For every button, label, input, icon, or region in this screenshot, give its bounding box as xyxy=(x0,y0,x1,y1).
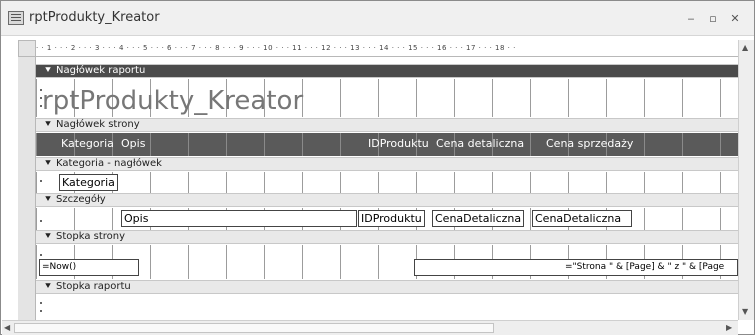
detail-area[interactable]: Opis IDProduktu CenaDetaliczna CenaDetal… xyxy=(36,208,738,230)
section-label: Szczegóły xyxy=(56,194,106,205)
section-label: Stopka strony xyxy=(56,231,126,242)
group-header-area[interactable]: Kategoria xyxy=(36,172,738,193)
label-cena-sprzedazy[interactable]: Cena sprzedaży xyxy=(546,137,633,150)
section-page-footer[interactable]: ⯆ Stopka strony xyxy=(36,230,738,244)
report-icon xyxy=(8,11,24,25)
label-opis[interactable]: Opis xyxy=(121,137,145,150)
field-cena-sprzedazy[interactable]: CenaDetaliczna xyxy=(532,210,632,227)
report-footer-area[interactable] xyxy=(36,295,738,320)
field-page-number[interactable]: ="Strona " & [Page] & " z " & [Page xyxy=(414,259,738,276)
section-label: Nagłówek raportu xyxy=(56,65,146,76)
section-label: Nagłówek strony xyxy=(56,119,140,130)
section-report-header[interactable]: ⯆ Nagłówek raportu xyxy=(36,64,738,78)
scroll-down-icon[interactable]: ▼ xyxy=(742,307,748,316)
label-cena-detaliczna[interactable]: Cena detaliczna xyxy=(436,137,524,150)
horizontal-scrollbar[interactable]: ◀ ▶ xyxy=(2,320,738,335)
section-group-header[interactable]: ⯆ Kategoria - nagłówek xyxy=(36,157,738,171)
scroll-left-icon[interactable]: ◀ xyxy=(4,323,10,332)
scroll-right-icon[interactable]: ▶ xyxy=(726,323,732,332)
field-kategoria[interactable]: Kategoria xyxy=(59,174,118,191)
section-label: Kategoria - nagłówek xyxy=(56,158,162,169)
collapse-arrow-icon: ⯆ xyxy=(44,194,52,205)
section-label: Stopka raportu xyxy=(56,281,131,292)
vertical-ruler[interactable] xyxy=(18,57,42,320)
label-kategoria[interactable]: Kategoria xyxy=(61,137,114,150)
collapse-arrow-icon: ⯆ xyxy=(44,65,52,76)
section-detail[interactable]: ⯆ Szczegóły xyxy=(36,193,738,207)
restore-button[interactable]: ▫ xyxy=(706,12,720,26)
collapse-arrow-icon: ⯆ xyxy=(44,281,52,292)
collapse-arrow-icon: ⯆ xyxy=(44,231,52,242)
minimize-button[interactable]: ‒ xyxy=(684,12,698,26)
scroll-thumb[interactable] xyxy=(14,323,494,333)
window-title: rptProdukty_Kreator xyxy=(29,10,160,25)
report-selector[interactable] xyxy=(18,40,36,57)
scroll-up-icon[interactable]: ▲ xyxy=(742,43,748,52)
field-cena-detaliczna[interactable]: CenaDetaliczna xyxy=(432,210,525,227)
ruler-ticks: · · 1 · · · 2 · · · 3 · · · 4 · · · 5 · … xyxy=(36,44,516,52)
horizontal-ruler[interactable]: · · 1 · · · 2 · · · 3 · · · 4 · · · 5 · … xyxy=(36,40,738,57)
field-idproduktu[interactable]: IDProduktu xyxy=(358,210,425,227)
side-strip xyxy=(2,40,18,320)
page-footer-area[interactable]: =Now() ="Strona " & [Page] & " z " & [Pa… xyxy=(36,245,738,279)
close-button[interactable]: ✕ xyxy=(728,12,742,26)
page-header-area[interactable]: Kategoria Opis IDProduktu Cena detaliczn… xyxy=(36,133,738,156)
title-bar: rptProdukty_Kreator ‒ ▫ ✕ xyxy=(1,1,754,36)
field-date[interactable]: =Now() xyxy=(39,259,139,276)
section-report-footer[interactable]: ⯆ Stopka raportu xyxy=(36,280,738,294)
collapse-arrow-icon: ⯆ xyxy=(44,158,52,169)
report-design-window: rptProdukty_Kreator ‒ ▫ ✕ · · 1 · · · 2 … xyxy=(0,0,755,335)
section-page-header[interactable]: ⯆ Nagłówek strony xyxy=(36,118,738,132)
label-idproduktu[interactable]: IDProduktu xyxy=(368,137,429,150)
field-opis[interactable]: Opis xyxy=(121,210,357,227)
report-title-label[interactable]: rptProdukty_Kreator xyxy=(42,86,303,116)
vertical-scrollbar[interactable]: ▲ ▼ xyxy=(738,40,754,320)
collapse-arrow-icon: ⯆ xyxy=(44,119,52,130)
